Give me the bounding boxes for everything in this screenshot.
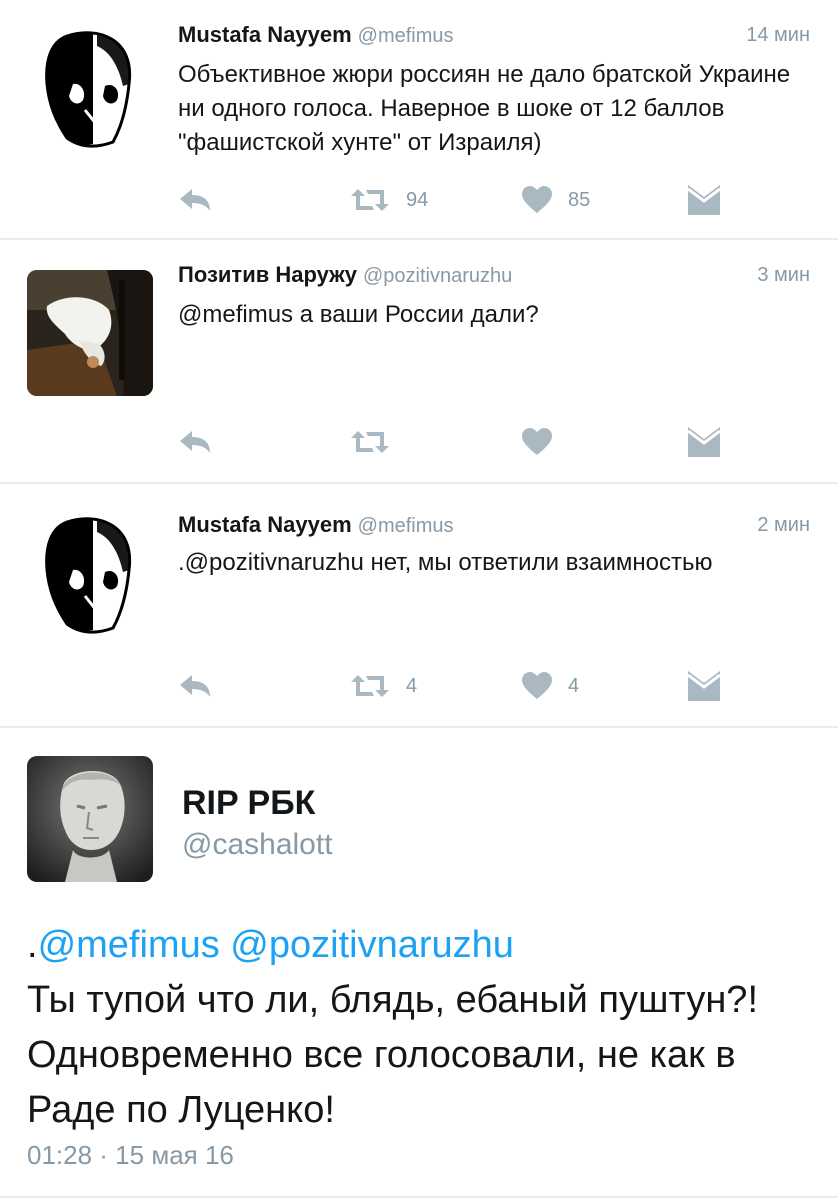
heart-icon — [522, 672, 552, 699]
bust-photo — [27, 756, 153, 882]
timestamp[interactable]: 14 мин — [746, 24, 810, 47]
reply-button[interactable] — [178, 424, 212, 460]
envelope-icon — [688, 185, 720, 215]
timestamp[interactable]: 3 мин — [757, 264, 810, 287]
tweet-text: @mefimus а ваши России дали? — [178, 301, 539, 328]
reply-icon — [180, 189, 210, 211]
tweet-2[interactable]: Позитив Наружу @pozitivnaruzhu 3 мин @mef… — [0, 240, 838, 484]
envelope-icon — [688, 427, 720, 457]
tweet-header: Mustafa Nayyem @mefimus 2 мин — [178, 512, 810, 542]
reply-icon — [180, 675, 210, 697]
author-handle[interactable]: @pozitivnaruzhu — [363, 265, 512, 287]
avatar[interactable] — [27, 24, 153, 150]
heart-icon — [522, 186, 552, 213]
retweet-icon — [351, 431, 389, 453]
envelope-icon — [688, 671, 720, 701]
author-handle[interactable]: @cashalott — [182, 828, 333, 862]
mention-link[interactable]: @pozitivnaruzhu — [230, 924, 514, 966]
like-count: 85 — [568, 188, 591, 211]
retweet-button[interactable]: 4 — [350, 668, 417, 704]
author-name[interactable]: Позитив Наружу — [178, 262, 357, 287]
retweet-button[interactable]: 94 — [350, 182, 428, 218]
tweet-3[interactable]: Mustafa Nayyem @mefimus 2 мин .@pozitivna… — [0, 484, 838, 728]
reply-button[interactable] — [178, 182, 212, 218]
author-name[interactable]: RIP РБК — [182, 784, 315, 823]
retweet-count: 4 — [406, 674, 418, 697]
retweet-icon — [351, 189, 389, 211]
reply-icon — [180, 431, 210, 453]
tweet-text: Объективное жюри россиян не дало братско… — [178, 61, 797, 156]
tweet-body: .@mefimus @pozitivnaruzhu Ты тупой что л… — [27, 918, 817, 1138]
author-name[interactable]: Mustafa Nayyem — [178, 22, 352, 47]
author-handle[interactable]: @mefimus — [358, 515, 454, 537]
tweet-header: Mustafa Nayyem @mefimus 14 мин — [178, 22, 810, 52]
retweet-icon — [351, 675, 389, 697]
author-name[interactable]: Mustafa Nayyem — [178, 512, 352, 537]
tweet-actions: 94 85 — [0, 182, 838, 222]
avatar[interactable] — [27, 270, 153, 396]
divider — [0, 1196, 838, 1198]
message-button[interactable] — [688, 668, 720, 704]
like-button[interactable]: 4 — [522, 668, 579, 704]
skull-icon — [45, 517, 132, 634]
tweet-actions — [0, 424, 838, 464]
cat-photo — [27, 270, 153, 396]
tweet-text: Ты тупой что ли, блядь, ебаный пуштун?! … — [27, 979, 758, 1131]
mention-prefix: . — [27, 924, 38, 966]
like-count: 4 — [568, 674, 580, 697]
tweet-date[interactable]: 01:28 · 15 мая 16 — [27, 1140, 234, 1171]
retweet-count: 94 — [406, 188, 429, 211]
message-button[interactable] — [688, 182, 720, 218]
tweet-header: Позитив Наружу @pozitivnaruzhu 3 мин — [178, 262, 810, 292]
tweet-1[interactable]: Mustafa Nayyem @mefimus 14 мин Объективно… — [0, 0, 838, 240]
message-button[interactable] — [688, 424, 720, 460]
timestamp[interactable]: 2 мин — [757, 514, 810, 537]
reply-button[interactable] — [178, 668, 212, 704]
tweet-actions: 4 4 — [0, 668, 838, 708]
avatar[interactable] — [27, 756, 153, 882]
author-handle[interactable]: @mefimus — [358, 25, 454, 47]
skull-icon — [45, 31, 132, 148]
avatar[interactable] — [27, 510, 153, 636]
retweet-button[interactable] — [350, 424, 406, 460]
heart-icon — [522, 428, 552, 455]
like-button[interactable] — [522, 424, 568, 460]
mention-link[interactable]: @mefimus — [38, 924, 220, 966]
tweet-text: .@pozitivnaruzhu нет, мы ответили взаимн… — [178, 549, 713, 576]
like-button[interactable]: 85 — [522, 182, 590, 218]
